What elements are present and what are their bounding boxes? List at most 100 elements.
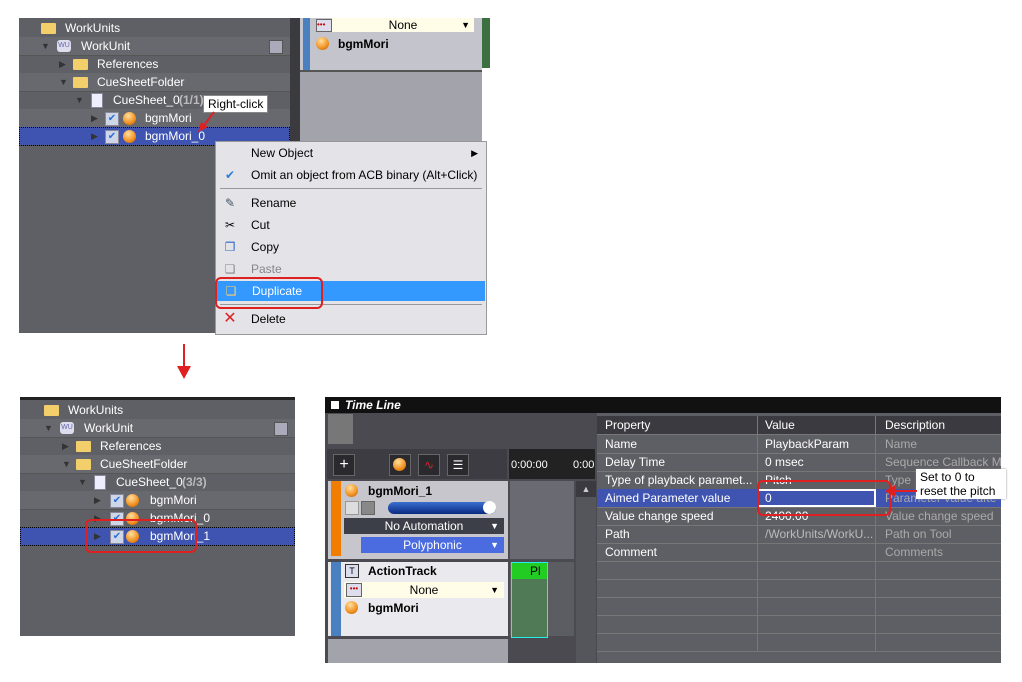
property-value[interactable]: PlaybackParam	[757, 435, 876, 453]
menu-item-copy[interactable]: ❐ Copy	[216, 237, 486, 257]
automation-dropdown[interactable]: No Automation ▼	[344, 518, 504, 534]
time-ruler: 0:00:00 0:00	[509, 449, 595, 479]
property-row[interactable]	[597, 633, 1001, 652]
menu-item-omit[interactable]: ✔ Omit an object from ACB binary (Alt+Cli…	[216, 165, 486, 185]
header-property[interactable]: Property	[597, 416, 758, 434]
tree-item-cuesheet[interactable]: ▼ CueSheet_0 (3/3)	[20, 473, 295, 492]
menu-item-rename[interactable]: ✎ Rename	[216, 193, 486, 213]
property-row[interactable]	[597, 597, 1001, 616]
tree-item-workunits[interactable]: WorkUnits	[19, 19, 290, 38]
action-track-icon: T	[345, 564, 359, 578]
add-cue-button[interactable]	[389, 454, 411, 476]
property-name: Comment	[597, 543, 758, 561]
property-name: Aimed Parameter value	[597, 489, 758, 507]
save-icon[interactable]	[274, 422, 288, 436]
property-name: Delay Time	[597, 453, 758, 471]
paste-icon: ❏	[224, 262, 236, 276]
label: CueSheet_0	[116, 475, 183, 489]
empty-cell	[757, 561, 876, 579]
action-block[interactable]: Pl	[511, 562, 548, 638]
empty-cell	[597, 561, 758, 579]
label: Rename	[251, 196, 297, 210]
expanded-triangle-icon[interactable]: ▼	[59, 73, 68, 91]
vertical-scrollbar[interactable]: ▲	[576, 481, 596, 663]
mute-icon[interactable]	[361, 501, 375, 515]
tree-item-cuesheetfolder[interactable]: ▼ CueSheetFolder	[19, 73, 290, 92]
property-value[interactable]	[757, 543, 876, 561]
property-description: Name	[885, 437, 918, 451]
expanded-triangle-icon[interactable]: ▼	[62, 455, 71, 473]
property-row[interactable]: Path/WorkUnits/WorkU... Path on Tool	[597, 525, 1001, 544]
selector-dropdown[interactable]: None ▼	[332, 18, 474, 32]
expanded-triangle-icon[interactable]: ▼	[75, 91, 84, 109]
property-row[interactable]: Comment Comments	[597, 543, 1001, 562]
track-toolbar: + ∿ ☰	[327, 449, 507, 479]
property-row[interactable]	[597, 615, 1001, 634]
track-actiontrack[interactable]: T ActionTrack ••• None ▼ bgmMori	[328, 562, 508, 636]
header-value[interactable]: Value	[757, 416, 876, 434]
dropdown-arrow-icon: ▼	[490, 521, 499, 531]
label: References	[97, 57, 159, 71]
selector-dropdown[interactable]: ••• None ▼	[344, 582, 504, 598]
expanded-triangle-icon[interactable]: ▼	[78, 473, 87, 491]
tree-item-cuesheetfolder[interactable]: ▼ CueSheetFolder	[20, 455, 295, 474]
label: WorkUnits	[65, 21, 121, 35]
label: Copy	[251, 240, 280, 254]
waveform-icon[interactable]	[345, 501, 359, 515]
tree-item-bgmmori[interactable]: ▶ ✔ bgmMori	[20, 491, 295, 510]
automation-curve-button[interactable]: ∿	[418, 454, 440, 476]
add-track-button[interactable]: +	[333, 454, 355, 476]
property-row[interactable]	[597, 561, 1001, 580]
empty-cell	[597, 633, 758, 651]
menu-item-delete[interactable]: ✕ Delete	[216, 309, 486, 329]
expanded-triangle-icon[interactable]: ▼	[44, 419, 53, 437]
collapsed-triangle-icon[interactable]: ▶	[91, 109, 98, 127]
menu-item-new-object[interactable]: New Object ▶	[216, 143, 486, 163]
empty-cell	[757, 597, 876, 615]
folder-icon	[76, 441, 91, 452]
checkbox-icon[interactable]: ✔	[105, 112, 119, 126]
tree-item-workunit[interactable]: ▼ WU WorkUnit	[20, 419, 295, 438]
menu-item-cut[interactable]: ✂ Cut	[216, 215, 486, 235]
tree-item-references[interactable]: ▶ References	[20, 437, 295, 456]
grid-header: Property Value Description	[597, 416, 1001, 435]
collapsed-triangle-icon[interactable]: ▶	[59, 55, 66, 73]
property-row[interactable]	[597, 579, 1001, 598]
track-header: ••• None ▼ bgmMori	[300, 18, 482, 72]
count: (1/1)	[179, 93, 204, 107]
property-value[interactable]: /WorkUnits/WorkU...	[757, 525, 876, 543]
label: WorkUnit	[81, 39, 131, 53]
checkbox-icon[interactable]: ✔	[105, 130, 119, 144]
dropdown-arrow-icon: ▼	[490, 585, 499, 595]
tree-item-workunit[interactable]: ▼ WU WorkUnit	[19, 37, 290, 56]
menu-item-paste[interactable]: ❏ Paste	[216, 259, 486, 279]
collapsed-triangle-icon[interactable]: ▶	[62, 437, 69, 455]
annotation-arrow	[198, 111, 215, 132]
property-name: Name	[597, 435, 758, 453]
playback-mode-dropdown[interactable]: Polyphonic ▼	[361, 537, 504, 553]
save-icon[interactable]	[269, 40, 283, 54]
header-description[interactable]: Description	[877, 416, 1009, 434]
folder-open-icon	[76, 459, 91, 470]
empty-cell	[597, 579, 758, 597]
property-row[interactable]: Name PlaybackParam Name	[597, 435, 1001, 454]
volume-slider[interactable]	[388, 501, 496, 514]
slider-handle[interactable]	[483, 501, 496, 514]
pencil-icon: ✎	[224, 196, 236, 210]
dropdown-arrow-icon: ▼	[461, 20, 470, 30]
selector-icon: •••	[316, 19, 332, 32]
tree-item-workunits[interactable]: WorkUnits	[20, 401, 295, 420]
checkbox-icon[interactable]: ✔	[110, 494, 124, 508]
expanded-triangle-icon[interactable]: ▼	[41, 37, 50, 55]
track-bgmmori-1[interactable]: bgmMori_1 No Automation ▼ Polyphonic ▼	[328, 481, 508, 559]
property-value[interactable]: 0 msec	[757, 453, 876, 471]
label: WorkUnits	[68, 403, 124, 417]
collapsed-triangle-icon[interactable]: ▶	[91, 127, 98, 145]
collapsed-triangle-icon[interactable]: ▶	[94, 491, 101, 509]
scroll-up-icon[interactable]: ▲	[576, 481, 596, 497]
timeline-preview	[328, 414, 353, 444]
menu-separator	[220, 188, 482, 189]
list-view-button[interactable]: ☰	[447, 454, 469, 476]
tree-item-references[interactable]: ▶ References	[19, 55, 290, 74]
folder-icon	[73, 59, 88, 70]
